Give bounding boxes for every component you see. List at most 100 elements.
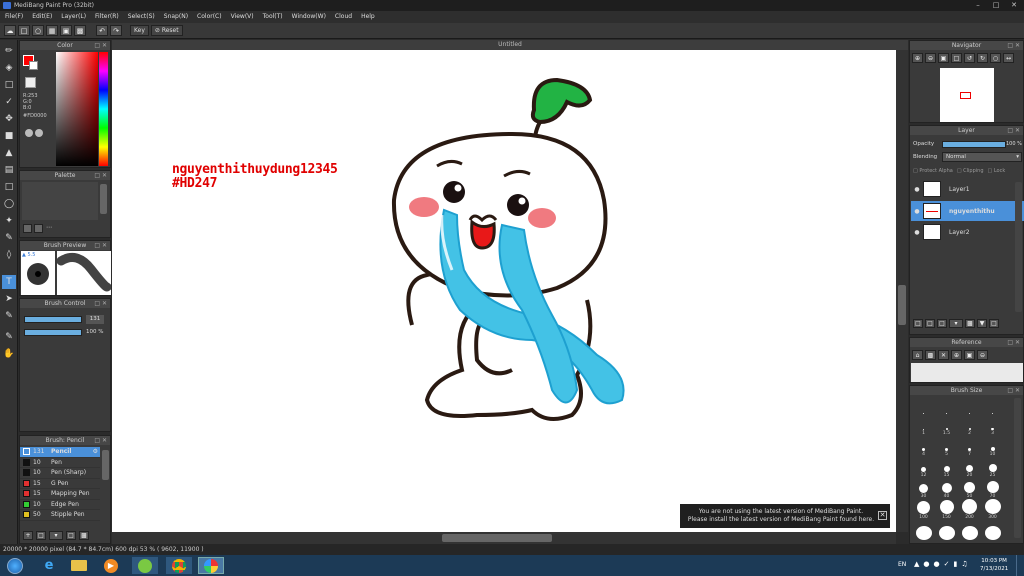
brush-item-pen-sharp[interactable]: 10 Pen (Sharp) xyxy=(20,468,100,479)
image-icon[interactable]: ▦ xyxy=(46,25,58,36)
brush-size-cell[interactable]: 100 xyxy=(912,499,935,520)
canvas-horizontal-scrollbar[interactable] xyxy=(112,532,896,544)
brush-size-cell[interactable] xyxy=(912,520,935,541)
panel-controls-icon[interactable]: □ ✕ xyxy=(1007,126,1020,135)
brush-size-cell[interactable]: 40 xyxy=(935,478,958,499)
layer-menu-icon[interactable]: ▾ xyxy=(949,319,963,328)
menu-file[interactable]: File(F) xyxy=(5,13,23,21)
layer-folder-icon[interactable]: ▩ xyxy=(965,319,975,328)
eyedropper-icon[interactable]: ✎ xyxy=(2,330,16,344)
reset-button[interactable]: ⊘ Reset xyxy=(150,25,183,36)
save-icon[interactable]: ▩ xyxy=(74,25,86,36)
brush-size-cell[interactable]: 7 xyxy=(958,436,981,457)
brush-item-pen[interactable]: 10 Pen xyxy=(20,458,100,468)
protect-alpha-checkbox[interactable]: □ Protect Alpha xyxy=(913,168,953,174)
brush-size-scrollbar[interactable] xyxy=(1014,398,1021,538)
menu-color[interactable]: Color(C) xyxy=(197,13,222,21)
menu-select[interactable]: Select(S) xyxy=(128,13,155,21)
divide-tool-icon[interactable]: ✎ xyxy=(2,309,16,323)
palette-swatch-area[interactable] xyxy=(22,182,98,220)
drawing-canvas[interactable]: nguyenthithuydung12345 #HD247 xyxy=(112,50,896,532)
new-layer-icon[interactable]: □ xyxy=(913,319,923,328)
menu-cloud[interactable]: Cloud xyxy=(335,13,352,21)
horizontal-scroll-thumb[interactable] xyxy=(442,534,552,542)
taskbar-medibang[interactable] xyxy=(198,557,224,574)
clipping-checkbox[interactable]: □ Clipping xyxy=(957,168,984,174)
brush-item-mapping-pen[interactable]: 15 Mapping Pen xyxy=(20,489,100,500)
brush-opacity-value[interactable]: 100 % xyxy=(86,328,103,337)
rotate-reset-icon[interactable]: ○ xyxy=(990,53,1001,63)
layer-visibility-icon[interactable]: ● xyxy=(911,229,923,236)
new-halftone-layer-icon[interactable]: □ xyxy=(925,319,935,328)
select-pen-icon[interactable]: ✎ xyxy=(2,231,16,245)
panel-controls-icon[interactable]: □ ✕ xyxy=(1007,386,1020,395)
brush-menu-icon[interactable]: ▾ xyxy=(49,531,63,540)
brush-size-cell[interactable]: 30 xyxy=(912,478,935,499)
taskbar-clock[interactable]: 10:03 PM 7/13/2021 xyxy=(980,557,1008,573)
brush-list-scrollbar[interactable] xyxy=(102,450,109,480)
move-tool-icon[interactable]: ✥ xyxy=(2,112,16,126)
zoom-fit-icon[interactable]: ▣ xyxy=(938,53,949,63)
magic-wand-icon[interactable]: ✦ xyxy=(2,214,16,228)
reference-open-icon[interactable]: ▩ xyxy=(925,350,936,360)
taskbar-ie[interactable]: e xyxy=(36,557,62,574)
flip-icon[interactable]: ↔ xyxy=(1003,53,1014,63)
reference-zoom-in-icon[interactable]: ⊕ xyxy=(951,350,962,360)
start-button[interactable] xyxy=(2,557,28,574)
language-indicator[interactable]: EN xyxy=(898,561,906,568)
panel-controls-icon[interactable]: □ ✕ xyxy=(94,171,107,180)
reference-home-icon[interactable]: ⌂ xyxy=(912,350,923,360)
layer-list-scrollbar[interactable] xyxy=(1015,182,1022,312)
brush-import-icon[interactable]: □ xyxy=(66,531,76,540)
menu-view[interactable]: View(V) xyxy=(231,13,254,21)
brush-copy-icon[interactable]: □ xyxy=(36,531,46,540)
brush-size-cell[interactable]: 20 xyxy=(958,457,981,478)
taskbar-media[interactable]: ▶ xyxy=(98,557,124,574)
brush-size-cell[interactable]: 200 xyxy=(958,499,981,520)
layer-visibility-icon[interactable]: ● xyxy=(911,186,923,193)
network-icon[interactable]: ▮ xyxy=(953,560,957,568)
palette-scrollbar[interactable] xyxy=(100,184,107,214)
notice-close-icon[interactable]: ✕ xyxy=(878,511,887,520)
brush-add-icon[interactable]: + xyxy=(23,531,33,540)
brush-size-cell[interactable]: 15 xyxy=(935,457,958,478)
brush-settings-icon[interactable]: ⚙ xyxy=(93,448,98,455)
brush-size-cell[interactable]: 25 xyxy=(981,457,1004,478)
select-tool-icon[interactable]: ✓ xyxy=(2,95,16,109)
navigator-preview[interactable] xyxy=(940,68,994,122)
brush-item-pencil[interactable]: 131 Pencil ⚙ xyxy=(20,447,100,458)
brush-size-cell[interactable] xyxy=(935,520,958,541)
brush-item-g-pen[interactable]: 15 G Pen xyxy=(20,479,100,489)
brush-size-cell[interactable]: 10 xyxy=(981,436,1004,457)
brush-size-cell[interactable]: 50 xyxy=(958,478,981,499)
chat-icon[interactable]: ○ xyxy=(32,25,44,36)
taskbar-app-green[interactable] xyxy=(132,557,158,574)
maximize-button[interactable]: □ xyxy=(988,0,1004,9)
show-desktop-button[interactable] xyxy=(1016,555,1024,576)
layer-visibility-icon[interactable]: ● xyxy=(911,208,923,215)
brush-size-cell[interactable] xyxy=(981,394,1004,415)
brush-size-cell[interactable]: 12 xyxy=(912,457,935,478)
color-wheel-icon[interactable] xyxy=(25,129,33,137)
brush-size-cell[interactable]: 4 xyxy=(912,436,935,457)
merge-layer-icon[interactable]: ▼ xyxy=(977,319,987,328)
hue-slider[interactable] xyxy=(99,52,108,166)
brush-opacity-slider[interactable] xyxy=(24,329,82,336)
tray-arrow-icon[interactable]: ▲ xyxy=(914,560,919,568)
brush-size-cell[interactable]: 5 xyxy=(935,436,958,457)
redo-icon[interactable]: ↷ xyxy=(110,25,122,36)
reference-close-icon[interactable]: ✕ xyxy=(938,350,949,360)
brush-size-cell[interactable] xyxy=(935,394,958,415)
update-notice[interactable]: You are not using the latest version of … xyxy=(680,504,890,528)
tray-app2-icon[interactable]: ● xyxy=(934,560,940,568)
panel-controls-icon[interactable]: □ ✕ xyxy=(94,436,107,445)
lasso-tool-icon[interactable]: ◯ xyxy=(2,197,16,211)
panel-controls-icon[interactable]: □ ✕ xyxy=(1007,41,1020,50)
brush-folder-icon[interactable]: ▩ xyxy=(79,531,89,540)
new-file-icon[interactable]: □ xyxy=(18,25,30,36)
text-tool-icon[interactable]: T xyxy=(2,275,16,289)
layer-opacity-slider[interactable] xyxy=(942,141,1006,148)
menu-edit[interactable]: Edit(E) xyxy=(32,13,52,21)
brush-size-cell[interactable]: 2 xyxy=(958,415,981,436)
menu-layer[interactable]: Layer(L) xyxy=(61,13,86,21)
